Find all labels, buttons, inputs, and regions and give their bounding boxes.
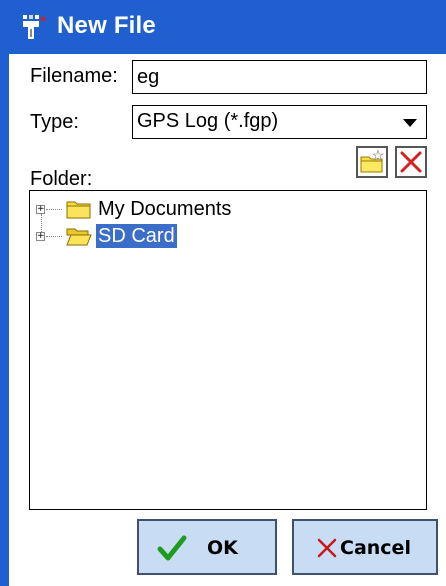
tree-node-label: My Documents: [98, 198, 232, 220]
expand-icon[interactable]: +: [36, 205, 45, 214]
chevron-down-icon[interactable]: [403, 119, 417, 127]
new-folder-button[interactable]: [356, 146, 388, 178]
window-title: New File: [57, 12, 156, 39]
type-label: Type:: [30, 111, 79, 133]
folder-label: Folder:: [30, 168, 93, 190]
tree-connector: [46, 209, 62, 210]
tree-node-sd-card[interactable]: + SD Card: [30, 224, 426, 250]
filename-label: Filename:: [30, 65, 118, 87]
open-folder-icon: [66, 228, 92, 246]
cancel-label: Cancel: [340, 537, 411, 559]
ok-button[interactable]: OK: [137, 519, 277, 575]
filename-field[interactable]: eg: [132, 60, 427, 94]
folder-tree[interactable]: + My Documents + SD Card: [29, 190, 427, 510]
checkmark-icon: [157, 535, 187, 561]
new-folder-icon: [360, 149, 384, 173]
tree-connector: [46, 236, 62, 237]
cancel-button[interactable]: Cancel: [292, 519, 438, 575]
gps-file-icon: [23, 15, 45, 39]
close-icon: [317, 538, 337, 558]
expand-icon[interactable]: +: [36, 232, 45, 241]
delete-button[interactable]: [395, 146, 427, 178]
tree-node-my-documents[interactable]: + My Documents: [30, 197, 426, 223]
delete-icon: [400, 151, 422, 173]
filename-value: eg: [137, 66, 160, 88]
folder-icon: [66, 201, 91, 219]
type-select[interactable]: GPS Log (*.fgp): [132, 105, 427, 139]
type-selected-value: GPS Log (*.fgp): [137, 110, 279, 132]
tree-node-label: SD Card: [96, 224, 177, 248]
ok-label: OK: [207, 537, 238, 559]
title-bar: New File: [9, 0, 446, 54]
window-left-border: [0, 0, 9, 586]
